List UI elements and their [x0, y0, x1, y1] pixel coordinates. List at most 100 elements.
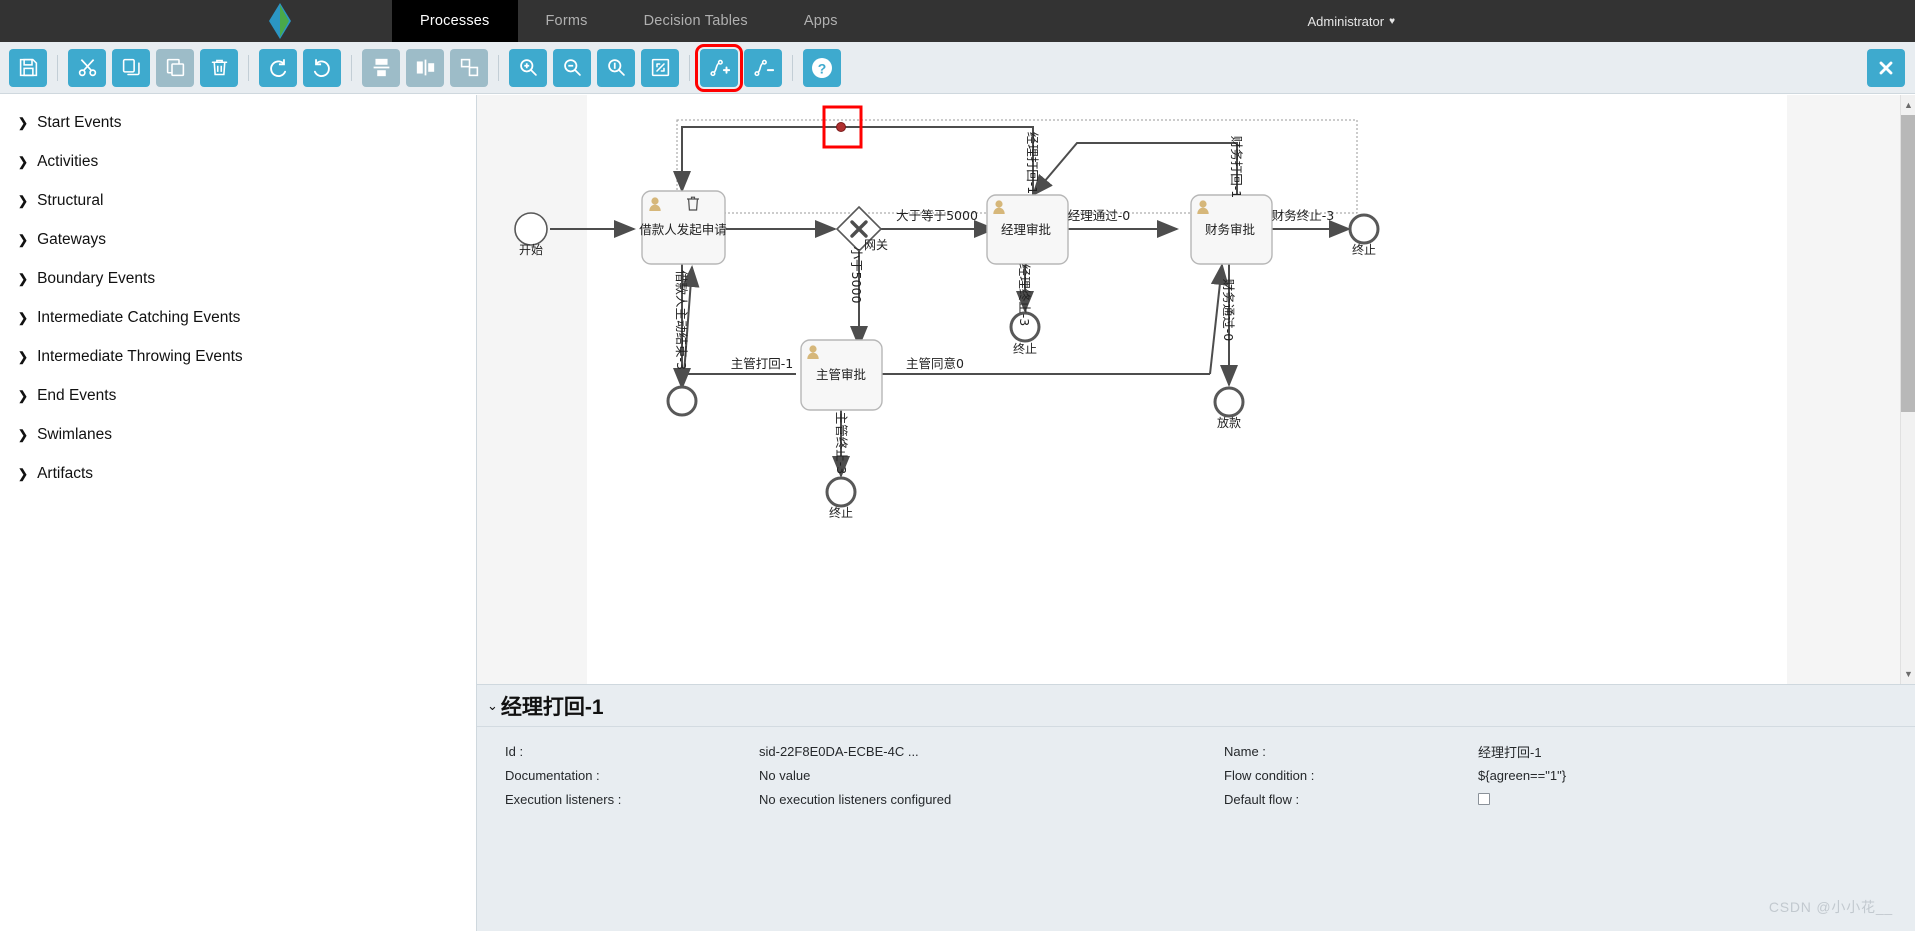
zoom-fit-button[interactable]	[641, 48, 679, 87]
scroll-down-arrow-icon[interactable]: ▼	[1901, 666, 1915, 682]
tab-decision-tables-label: Decision Tables	[643, 13, 748, 29]
property-label-flow-condition: Flow condition :	[1224, 767, 1315, 783]
start-event-label: 开始	[519, 243, 543, 257]
bpmn-canvas[interactable]: 开始 借款人发起申请 网关 经理审批 财务审批 主管审批 终止 终止 终止 放款…	[477, 95, 1915, 684]
palette-group-label: End Events	[37, 386, 117, 404]
node-end-borrower[interactable]	[666, 385, 698, 417]
delete-icon	[211, 59, 227, 76]
end-right-label: 终止	[1352, 242, 1376, 257]
redo-icon	[270, 58, 287, 77]
node-task-manager[interactable]: 经理审批	[986, 194, 1069, 265]
palette-group-label: Intermediate Catching Events	[37, 308, 241, 326]
delete-button[interactable]	[200, 48, 238, 87]
palette-group-end-events[interactable]: ❯ End Events	[0, 376, 476, 415]
node-end-loan[interactable]: 放款	[1213, 386, 1245, 430]
remove-bendpoint-button[interactable]	[744, 48, 782, 87]
cut-button[interactable]	[68, 48, 106, 87]
property-value-execution-listeners[interactable]: No execution listeners configured	[759, 792, 951, 807]
add-bendpoint-icon	[709, 59, 730, 77]
flow-label-gte5000: 大于等于5000	[896, 208, 978, 223]
scroll-up-arrow-icon[interactable]: ▲	[1901, 97, 1915, 113]
flow-label-finance-end: 财务终止-3	[1272, 208, 1334, 223]
add-bendpoint-button[interactable]	[695, 43, 743, 92]
tab-forms[interactable]: Forms	[518, 0, 616, 42]
flow-supervisor-agree[interactable]	[1209, 263, 1229, 375]
property-value-documentation[interactable]: No value	[759, 768, 810, 783]
tab-apps-label: Apps	[803, 13, 838, 29]
node-task-supervisor[interactable]: 主管审批	[800, 339, 883, 411]
save-button[interactable]	[9, 48, 47, 87]
palette-group-swimlanes[interactable]: ❯ Swimlanes	[0, 415, 476, 454]
flow-manager-back[interactable]	[673, 126, 1034, 195]
properties-column-right: Name : 经理打回-1 Flow condition : ${agreen=…	[1196, 739, 1915, 811]
palette-group-gateways[interactable]: ❯ Gateways	[0, 220, 476, 259]
node-start-event[interactable]: 开始	[514, 212, 548, 257]
paste-icon	[166, 58, 184, 77]
undo-button[interactable]	[303, 48, 341, 87]
watermark: CSDN @小小花__	[1768, 899, 1893, 915]
palette-group-activities[interactable]: ❯ Activities	[0, 142, 476, 181]
palette-group-structural[interactable]: ❯ Structural	[0, 181, 476, 220]
end-event-shape	[1213, 386, 1245, 418]
zoom-in-button[interactable]	[509, 48, 547, 87]
chevron-down-icon: ⌄	[487, 697, 498, 713]
close-icon	[1879, 61, 1893, 75]
flow-bendpoint-handle[interactable]	[836, 122, 846, 132]
chevron-right-icon: ❯	[18, 388, 29, 403]
palette-group-label: Activities	[37, 152, 99, 170]
palette-group-artifacts[interactable]: ❯ Artifacts	[0, 454, 476, 493]
canvas-vertical-scrollbar[interactable]: ▲ ▼	[1900, 95, 1915, 684]
palette-group-label: Start Events	[37, 113, 122, 131]
property-value-name[interactable]: 经理打回-1	[1478, 742, 1542, 761]
zoom-out-button[interactable]	[553, 48, 591, 87]
copy-button[interactable]	[112, 48, 150, 87]
default-flow-checkbox[interactable]	[1478, 793, 1490, 805]
end-event-shape	[666, 385, 698, 417]
node-task-apply[interactable]: 借款人发起申请	[639, 190, 727, 265]
flow-finance-back[interactable]	[1031, 142, 1238, 197]
node-gateway[interactable]: 网关	[835, 205, 888, 253]
node-end-right[interactable]: 终止	[1348, 213, 1380, 257]
properties-header[interactable]: ⌄ 经理打回-1	[477, 685, 1915, 727]
flow-label-borrower-end: 借款人主动结束-3	[674, 270, 689, 370]
chevron-right-icon: ❯	[18, 115, 29, 130]
start-event-shape	[514, 212, 548, 246]
toolbar-separator	[498, 54, 499, 81]
palette-group-intermediate-catching-events[interactable]: ❯ Intermediate Catching Events	[0, 298, 476, 337]
zoom-actual-icon	[607, 59, 625, 76]
zoom-actual-button[interactable]	[597, 48, 635, 87]
node-task-finance[interactable]: 财务审批	[1190, 194, 1273, 265]
close-editor-button[interactable]	[1867, 49, 1905, 87]
palette-group-start-events[interactable]: ❯ Start Events	[0, 103, 476, 142]
tab-forms-label: Forms	[545, 13, 588, 29]
activiti-diamond-logo-icon	[269, 3, 291, 39]
tab-decision-tables[interactable]: Decision Tables	[616, 0, 776, 42]
chevron-right-icon: ❯	[18, 466, 29, 481]
end-event-shape	[825, 476, 857, 508]
property-value-flow-condition[interactable]: ${agreen=="1"}	[1478, 768, 1566, 783]
undo-icon	[313, 58, 330, 77]
palette-group-boundary-events[interactable]: ❯ Boundary Events	[0, 259, 476, 298]
property-label-documentation: Documentation :	[505, 767, 600, 783]
tab-apps[interactable]: Apps	[776, 0, 866, 42]
save-icon	[19, 58, 37, 77]
chevron-right-icon: ❯	[18, 310, 29, 325]
property-value-id[interactable]: sid-22F8E0DA-ECBE-4C ...	[759, 744, 919, 759]
scrollbar-thumb[interactable]	[1901, 115, 1915, 412]
palette-group-intermediate-throwing-events[interactable]: ❯ Intermediate Throwing Events	[0, 337, 476, 376]
redo-button[interactable]	[259, 48, 297, 87]
property-row-name: Name : 经理打回-1	[1196, 739, 1915, 763]
palette-group-label: Intermediate Throwing Events	[37, 347, 243, 365]
chevron-right-icon: ❯	[18, 427, 29, 442]
bpmn-diagram[interactable]: 开始 借款人发起申请 网关 经理审批 财务审批 主管审批 终止 终止 终止 放款…	[477, 95, 1915, 684]
zoom-out-icon	[563, 59, 581, 76]
app-logo[interactable]	[230, 0, 330, 42]
node-end-supervisor[interactable]: 终止	[825, 476, 857, 520]
help-button[interactable]: ?	[803, 48, 841, 87]
align-horizontal-icon	[416, 59, 434, 76]
tab-processes[interactable]: Processes	[392, 0, 518, 51]
stencil-palette: ❯ Start Events ❯ Activities ❯ Structural…	[0, 95, 477, 931]
end-supervisor-label: 终止	[829, 505, 853, 520]
user-menu[interactable]: Administrator ♥	[1307, 0, 1915, 42]
flow-label-supervisor-agree: 主管同意0	[906, 356, 964, 371]
